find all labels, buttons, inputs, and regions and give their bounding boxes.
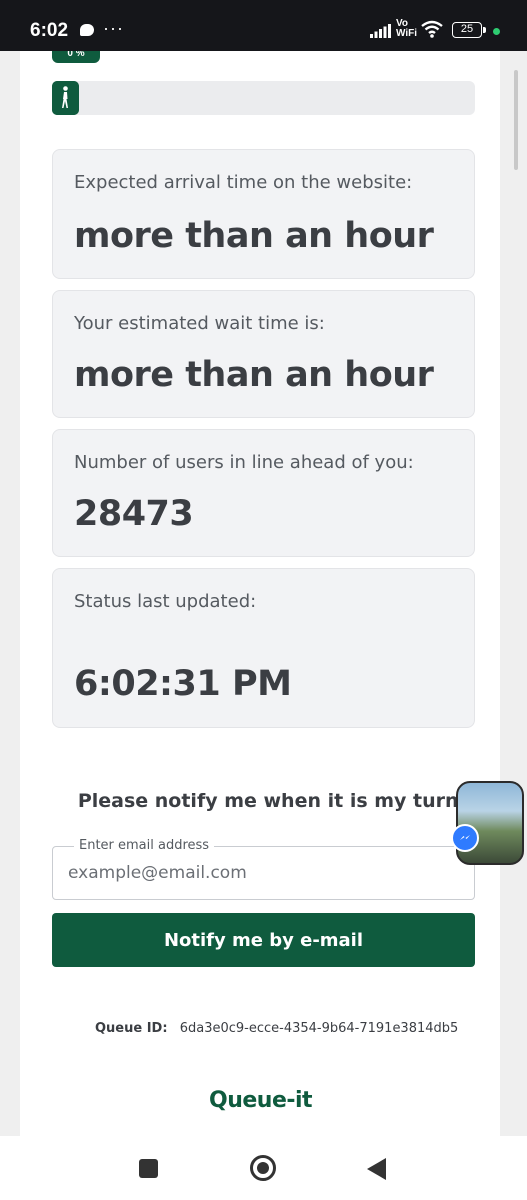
notify-by-email-button[interactable]: Notify me by e-mail [52,913,475,967]
queue-id-label: Queue ID: [95,1021,168,1036]
status-updated-card: Status last updated: 6:02:31 PM [52,568,475,728]
users-ahead-card: Number of users in line ahead of you: 28… [52,429,475,557]
card-label: Expected arrival time on the website: [74,172,413,193]
android-navigation-bar [0,1136,527,1200]
email-field-label: Enter email address [74,838,215,853]
card-value: more than an hour [74,355,434,395]
email-field[interactable] [68,861,448,885]
queue-progress-track [52,81,475,115]
battery-icon: 25 [452,22,486,38]
queue-id-value: 6da3e0c9-ecce-4354-9b64-7191e3814db5 [179,1021,459,1036]
card-value: 6:02:31 PM [74,664,292,704]
vowifi-label: Vo WiFi [396,18,418,39]
message-bubble-icon [80,24,94,36]
recent-apps-button[interactable] [139,1159,158,1178]
wifi-icon [421,20,443,38]
card-value: 28473 [74,494,194,534]
card-label: Your estimated wait time is: [74,313,325,334]
more-notifications-indicator: ··· [103,18,124,38]
messenger-chat-head[interactable] [456,781,524,865]
messenger-icon [451,824,479,852]
card-label: Number of users in line ahead of you: [74,452,414,473]
status-time: 6:02 [30,20,69,41]
home-button[interactable] [250,1155,276,1181]
card-label: Status last updated: [74,591,257,612]
card-value: more than an hour [74,216,434,256]
scrollbar-thumb[interactable] [514,70,518,170]
status-bar: 6:02 ··· Vo WiFi 25 [0,0,527,51]
progress-percent-bubble: 0 % [52,51,100,63]
privacy-indicator-dot [493,28,500,35]
expected-arrival-card: Expected arrival time on the website: mo… [52,149,475,279]
walking-person-icon [52,81,79,115]
queue-id: Queue ID: 6da3e0c9-ecce-4354-9b64-7191e3… [95,1021,458,1036]
estimated-wait-card: Your estimated wait time is: more than a… [52,290,475,418]
notify-title: Please notify me when it is my turn: [77,790,467,812]
signal-icon [370,24,391,38]
back-button[interactable] [367,1158,386,1180]
queue-it-logo: Queue-it [209,1088,313,1113]
